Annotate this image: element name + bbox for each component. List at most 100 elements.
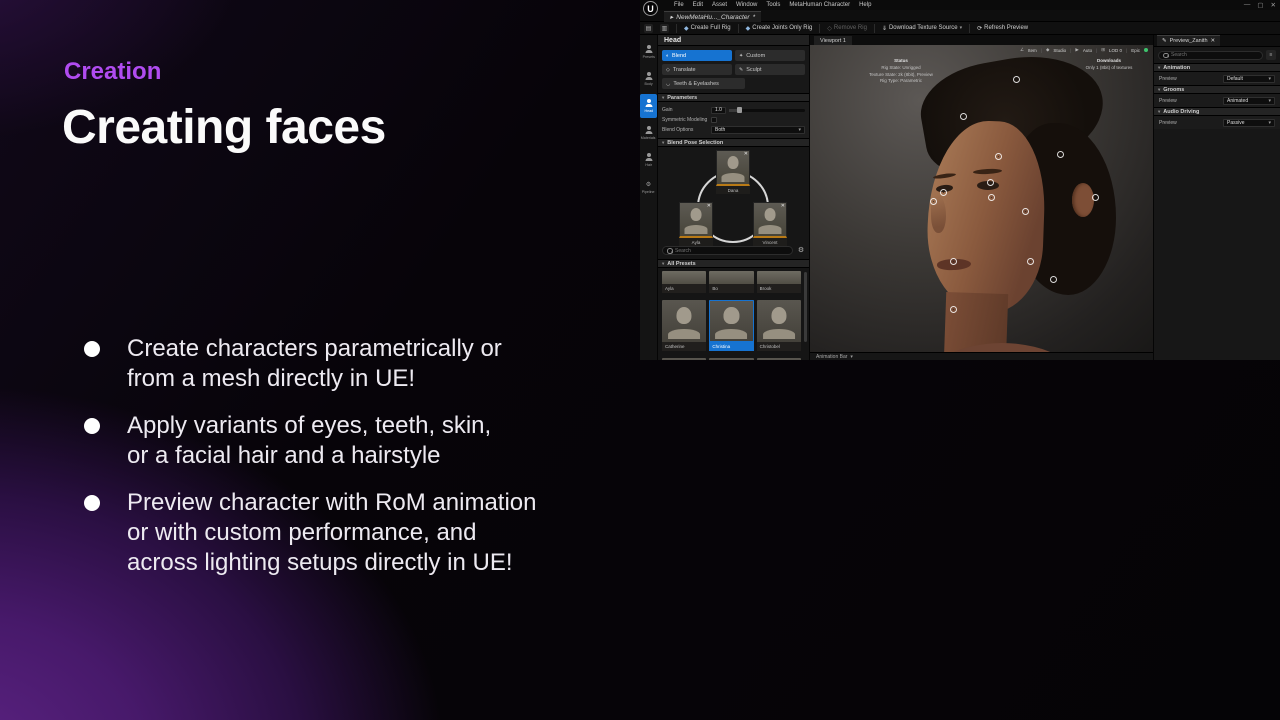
gear-icon[interactable]: ⚙	[796, 245, 806, 255]
rail-item-body[interactable]: Body	[640, 67, 657, 91]
viewport-lod-dropdown[interactable]: LOD 0	[1109, 48, 1122, 53]
rail-item-pipeline[interactable]: ⚙ Pipeline	[640, 175, 657, 199]
pose-name: Vincent	[753, 238, 787, 246]
menu-metahuman-character[interactable]: MetaHuman Character	[789, 2, 850, 8]
face-control-point[interactable]	[1092, 194, 1099, 201]
animation-section-header[interactable]: ▾ Animation	[1154, 63, 1280, 72]
tool-blend-button[interactable]: ◐ Blend	[662, 50, 732, 61]
bullet-dot	[84, 495, 100, 511]
rail-item-head[interactable]: Head	[640, 94, 657, 118]
remove-rig-button[interactable]: ◇ Remove Rig	[827, 25, 867, 32]
preset-card[interactable]	[709, 358, 753, 360]
blend-options-dropdown[interactable]: Both ▾	[711, 126, 805, 134]
menu-window[interactable]: Window	[736, 2, 757, 8]
rail-item-hair[interactable]: Hair	[640, 148, 657, 172]
asset-tab-bar: ▸ NewMetaHu..._Character *	[640, 10, 1280, 22]
face-control-point[interactable]	[960, 113, 967, 120]
scrollbar[interactable]	[804, 272, 807, 342]
face-control-point[interactable]	[995, 153, 1002, 160]
pose-name: Dana	[716, 186, 750, 194]
preview-search-input[interactable]	[1171, 52, 1258, 58]
viewport-quality-dropdown[interactable]: Auto	[1083, 48, 1092, 53]
menu-file[interactable]: File	[674, 2, 684, 8]
pose-thumb-left[interactable]: ✕ Ayla	[679, 202, 713, 246]
browse-icon[interactable]: ▥	[660, 24, 669, 33]
face-control-point[interactable]	[988, 194, 995, 201]
preset-card[interactable]	[757, 358, 801, 360]
save-icon[interactable]: ▤	[644, 24, 653, 33]
face-control-point[interactable]	[930, 198, 937, 205]
refresh-preview-button[interactable]: ⟳ Refresh Preview	[977, 25, 1028, 32]
face-control-point[interactable]	[1050, 276, 1057, 283]
preview-search	[1158, 51, 1263, 60]
tool-sculpt-button[interactable]: ✎ Sculpt	[735, 64, 805, 75]
viewport-lighting-dropdown[interactable]: Studio	[1053, 48, 1066, 53]
remove-pose-icon[interactable]: ✕	[707, 203, 711, 209]
tool-translate-button[interactable]: ◇ Translate	[662, 64, 732, 75]
tool-teeth-eyelashes-button[interactable]: ◡ Teeth & Eyelashes	[662, 78, 745, 89]
create-joints-only-rig-button[interactable]: ◆ Create Joints Only Rig	[746, 25, 813, 32]
close-tab-icon[interactable]: ✕	[1211, 38, 1216, 44]
blend-selection-section-header[interactable]: ▾ Blend Pose Selection	[658, 138, 809, 147]
create-full-rig-button[interactable]: ◆ Create Full Rig	[684, 25, 731, 32]
remove-pose-icon[interactable]: ✕	[781, 203, 785, 209]
download-texture-source-button[interactable]: ⇓ Download Texture Source ▾	[882, 25, 962, 32]
animation-dropdown[interactable]: Default ▾	[1223, 75, 1275, 83]
pose-thumb-top[interactable]: ✕ Dana	[716, 150, 750, 194]
viewport-tab[interactable]: Viewport 1	[814, 36, 852, 45]
asset-tab[interactable]: ▸ NewMetaHu..._Character *	[664, 11, 761, 22]
preset-card[interactable]: Ayla	[662, 271, 706, 297]
face-control-point[interactable]	[1013, 76, 1020, 83]
custom-icon: ✦	[739, 53, 743, 59]
minimize-button[interactable]: —	[1244, 1, 1251, 9]
remove-pose-icon[interactable]: ✕	[744, 151, 748, 157]
gain-value[interactable]: 1.0	[711, 107, 726, 114]
presentation-slide: Creation Creating faces Create character…	[0, 0, 1280, 720]
pose-search-input[interactable]	[675, 248, 788, 254]
audio-driving-section-header[interactable]: ▾ Audio Driving	[1154, 107, 1280, 116]
parameters-section-header[interactable]: ▾ Parameters	[658, 93, 809, 102]
gain-slider[interactable]	[729, 109, 805, 112]
filter-icon[interactable]: ≡	[1266, 50, 1276, 60]
audio-driving-dropdown[interactable]: Passive ▾	[1223, 119, 1275, 127]
menu-asset[interactable]: Asset	[712, 2, 727, 8]
rail-item-presets[interactable]: Presets	[640, 40, 657, 64]
viewport-scene[interactable]: ∠ Item | ◆ Studio | ▶ Auto | ⊞ LOD 0 | E…	[810, 45, 1153, 352]
pose-thumb-right[interactable]: ✕ Vincent	[753, 202, 787, 246]
face-control-point[interactable]	[1027, 258, 1034, 265]
viewport-view-dropdown[interactable]: Item	[1028, 48, 1037, 53]
face-control-point[interactable]	[1057, 151, 1064, 158]
preset-card[interactable]: Brook	[757, 271, 801, 297]
preset-name: Christina	[709, 342, 753, 351]
grooms-section-header[interactable]: ▾ Grooms	[1154, 85, 1280, 94]
symmetric-modeling-checkbox[interactable]	[711, 117, 717, 123]
face-control-point[interactable]	[950, 258, 957, 265]
animation-bar-label[interactable]: Animation Bar	[816, 354, 847, 360]
preset-image	[757, 271, 801, 284]
preset-card[interactable]: Bo	[709, 271, 753, 297]
materials-icon	[645, 126, 653, 134]
maximize-button[interactable]: ▢	[1257, 1, 1263, 9]
preset-card[interactable]	[662, 358, 706, 360]
preset-card[interactable]: Christobel	[757, 300, 801, 355]
slider-knob[interactable]	[737, 107, 742, 113]
viewport-mode-dropdown[interactable]: Epic	[1131, 48, 1140, 53]
preview-tab[interactable]: ✎ Preview_Zanith ✕	[1157, 35, 1220, 46]
tool-custom-button[interactable]: ✦ Custom	[735, 50, 805, 61]
menu-tools[interactable]: Tools	[766, 2, 780, 8]
all-presets-section-header[interactable]: ▾ All Presets	[658, 259, 809, 268]
preset-card-selected[interactable]: Christina	[709, 300, 753, 355]
collapse-arrow-icon: ▾	[1158, 87, 1160, 93]
face-control-point[interactable]	[950, 306, 957, 313]
menu-edit[interactable]: Edit	[693, 2, 703, 8]
menu-help[interactable]: Help	[859, 2, 871, 8]
rail-item-materials[interactable]: Materials	[640, 121, 657, 145]
face-control-point[interactable]	[987, 179, 994, 186]
face-control-point[interactable]	[940, 189, 947, 196]
preset-card[interactable]: Catherine	[662, 300, 706, 355]
head-panel: Head ◐ Blend ✦ Custom ◇ Translate ✎ Scul…	[658, 35, 810, 360]
close-button[interactable]: ✕	[1271, 1, 1276, 9]
face-control-point[interactable]	[1022, 208, 1029, 215]
grooms-dropdown[interactable]: Animated ▾	[1223, 97, 1275, 105]
bullet-dot	[84, 418, 100, 434]
